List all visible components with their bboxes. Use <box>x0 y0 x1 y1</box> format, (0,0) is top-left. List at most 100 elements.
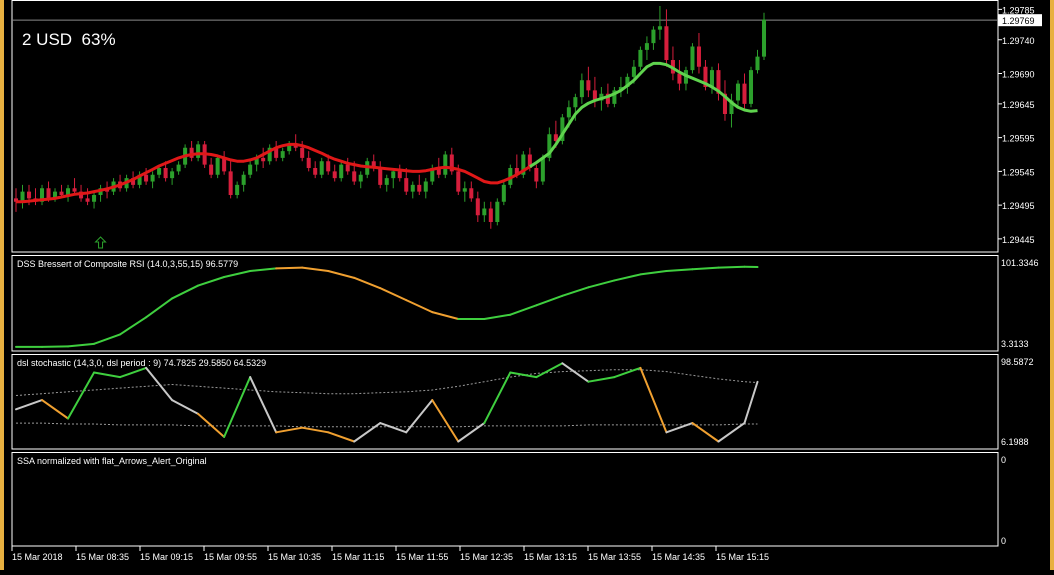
candle-body <box>463 188 467 191</box>
panel-border-ssa <box>12 453 998 547</box>
candle-body <box>235 185 239 195</box>
price-axis-label: 1.29645 <box>1002 100 1035 110</box>
candle-body <box>209 165 213 175</box>
chart-canvas[interactable]: 1.297851.297401.296901.296451.295951.295… <box>0 0 1054 570</box>
price-axis-label: 1.29690 <box>1002 70 1035 80</box>
stoch-line-segment <box>406 400 432 432</box>
stoch-line-segment <box>458 423 484 441</box>
candle-body <box>73 188 77 191</box>
candle-body <box>469 188 473 198</box>
dss-line-segment <box>718 267 744 268</box>
price-axis-label: 1.29595 <box>1002 134 1035 144</box>
time-axis-label: 15 Mar 10:35 <box>268 552 321 562</box>
candle-body <box>190 148 194 158</box>
ssa-indicator-title: SSA normalized with flat_Arrows_Alert_Or… <box>17 456 207 466</box>
time-axis-label: 15 Mar 11:55 <box>396 552 448 562</box>
current-price-label: 1.29769 <box>1002 16 1035 26</box>
stoch-line-segment <box>640 368 666 432</box>
time-axis-label: 15 Mar 2018 <box>12 552 63 562</box>
candle-body <box>456 171 460 191</box>
candle-body <box>645 43 649 50</box>
candle-body <box>710 70 714 87</box>
time-axis-label: 15 Mar 13:55 <box>588 552 641 562</box>
candle-body <box>339 165 343 179</box>
candle-body <box>417 185 421 192</box>
candle-body <box>313 168 317 175</box>
stoch-line-segment <box>250 377 276 432</box>
stoch-line-segment <box>562 363 588 381</box>
price-axis-label: 1.29545 <box>1002 167 1035 177</box>
buy-arrow-icon <box>96 237 106 248</box>
balance-percent: 63% <box>82 30 116 49</box>
dss-line-segment <box>354 278 380 288</box>
stoch-axis-label: 98.5872 <box>1001 357 1034 367</box>
candle-body <box>151 175 155 182</box>
dss-line-segment <box>198 277 224 286</box>
price-axis-label: 1.29740 <box>1002 36 1035 46</box>
candle-body <box>495 202 499 222</box>
candle-body <box>443 155 447 175</box>
candle-body <box>333 171 337 178</box>
time-axis-label: 15 Mar 12:35 <box>460 552 513 562</box>
candle-body <box>86 198 90 201</box>
candle-body <box>638 50 642 67</box>
dss-line-segment <box>666 269 692 271</box>
dss-indicator-title: DSS Bressert of Composite RSI (14.0,3,55… <box>17 259 238 269</box>
candle-body <box>398 171 402 178</box>
candle-body <box>534 168 538 182</box>
candle-body <box>196 144 200 158</box>
time-axis-label: 15 Mar 11:15 <box>332 552 384 562</box>
candle-body <box>762 20 766 57</box>
candle-body <box>229 171 233 195</box>
stoch-line-segment <box>42 400 68 418</box>
ma-line-up <box>530 63 758 166</box>
panel-border-dss <box>12 256 998 352</box>
dss-line-segment <box>380 288 406 300</box>
trading-chart[interactable]: 1.297851.297401.296901.296451.295951.295… <box>0 0 1054 570</box>
stoch-line-segment <box>380 423 406 432</box>
candle-body <box>404 178 408 192</box>
stoch-line-segment <box>146 368 172 400</box>
candle-body <box>424 182 428 192</box>
candle-body <box>261 158 265 161</box>
candle-body <box>320 161 324 175</box>
price-axis-label: 1.29445 <box>1002 235 1035 245</box>
candle-body <box>170 171 174 178</box>
candle-body <box>248 165 252 175</box>
dss-line-segment <box>250 268 276 271</box>
candle-body <box>586 80 590 90</box>
candle-body <box>216 158 220 175</box>
dss-line-segment <box>484 315 510 319</box>
candle-body <box>742 84 746 104</box>
stoch-axis-label: 6.1988 <box>1001 437 1029 447</box>
candle-body <box>658 26 662 29</box>
stoch-line-segment <box>68 373 94 419</box>
stoch-line-segment <box>354 423 380 441</box>
candle-body <box>177 165 181 172</box>
candle-body <box>60 192 64 195</box>
candle-body <box>378 168 382 185</box>
stoch-line-segment <box>432 400 458 441</box>
candle-body <box>242 175 246 185</box>
stoch-line-segment <box>588 377 614 382</box>
panel-border-price <box>12 1 998 253</box>
stoch-line-segment <box>120 368 146 377</box>
dss-axis-label: 3.3133 <box>1001 339 1029 349</box>
stoch-line-segment <box>328 432 354 441</box>
stoch-indicator-title: dsl stochastic (14,3,0, dsl period : 9) … <box>17 358 266 368</box>
candle-body <box>502 185 506 202</box>
candle-body <box>664 26 668 60</box>
dss-line-segment <box>640 271 666 274</box>
dss-line-segment <box>536 296 562 305</box>
time-axis-label: 15 Mar 09:15 <box>140 552 193 562</box>
dss-line-segment <box>406 300 432 312</box>
candle-body <box>281 151 285 158</box>
candle-body <box>573 97 577 107</box>
time-axis-label: 15 Mar 09:55 <box>204 552 257 562</box>
ssa-axis-label: 0 <box>1001 455 1006 465</box>
dss-line-segment <box>302 268 328 271</box>
candle-body <box>677 74 681 84</box>
time-axis-label: 15 Mar 08:35 <box>76 552 129 562</box>
ma-line-down <box>16 144 530 201</box>
candle-body <box>736 84 740 101</box>
